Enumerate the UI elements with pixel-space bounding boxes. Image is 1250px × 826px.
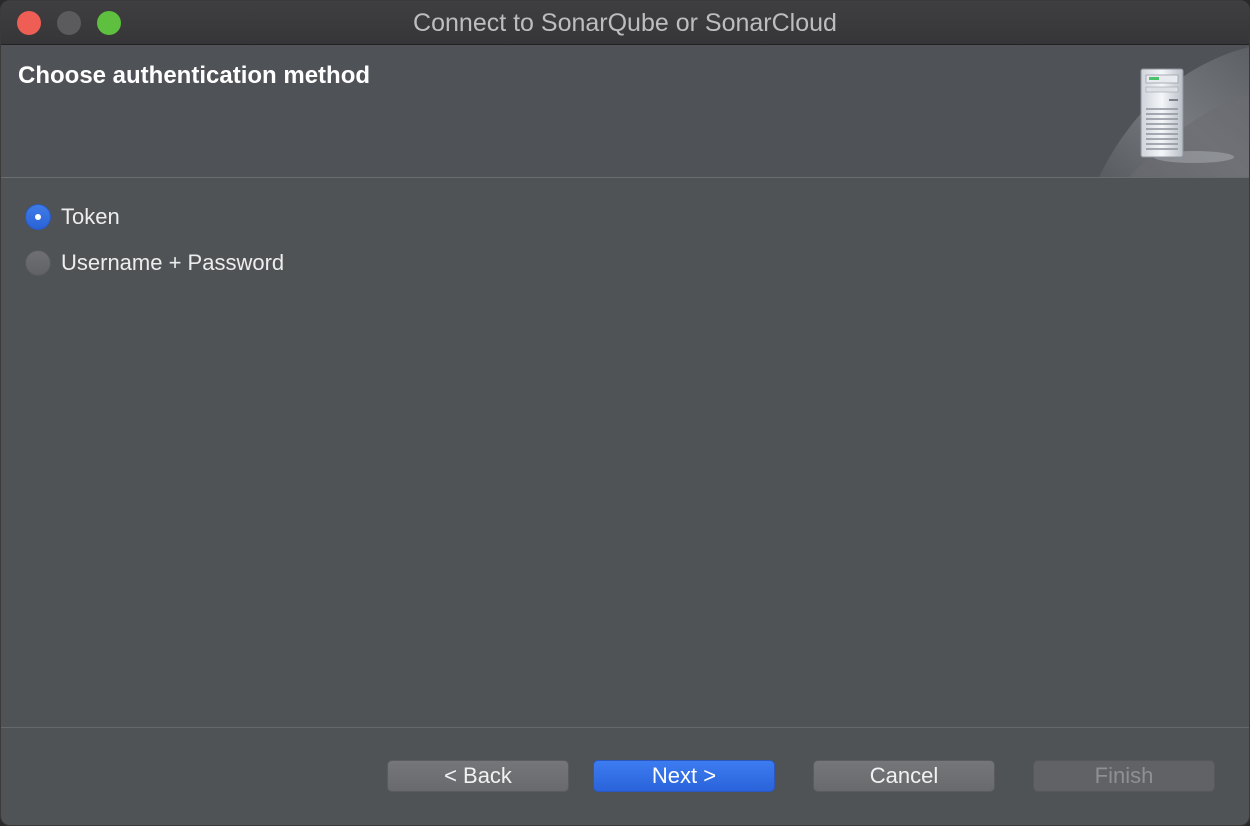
wizard-content: Token Username + Password xyxy=(1,178,1249,727)
next-button[interactable]: Next > xyxy=(593,760,775,792)
dialog-window: Connect to SonarQube or SonarCloud Choos… xyxy=(0,0,1250,826)
auth-option-username-password[interactable]: Username + Password xyxy=(25,250,284,276)
username-password-radio[interactable] xyxy=(25,250,51,276)
token-radio[interactable] xyxy=(25,204,51,230)
title-bar: Connect to SonarQube or SonarCloud xyxy=(1,1,1249,45)
wizard-header: Choose authentication method xyxy=(1,45,1249,178)
token-radio-label[interactable]: Token xyxy=(61,204,120,230)
page-title: Choose authentication method xyxy=(18,62,371,89)
username-password-radio-label[interactable]: Username + Password xyxy=(61,250,284,276)
finish-button: Finish xyxy=(1033,760,1215,792)
back-button[interactable]: < Back xyxy=(387,760,569,792)
auth-option-token[interactable]: Token xyxy=(25,204,120,230)
footer-divider xyxy=(1,727,1249,728)
window-title: Connect to SonarQube or SonarCloud xyxy=(413,9,837,37)
server-icon xyxy=(1099,47,1249,177)
cancel-button[interactable]: Cancel xyxy=(813,760,995,792)
